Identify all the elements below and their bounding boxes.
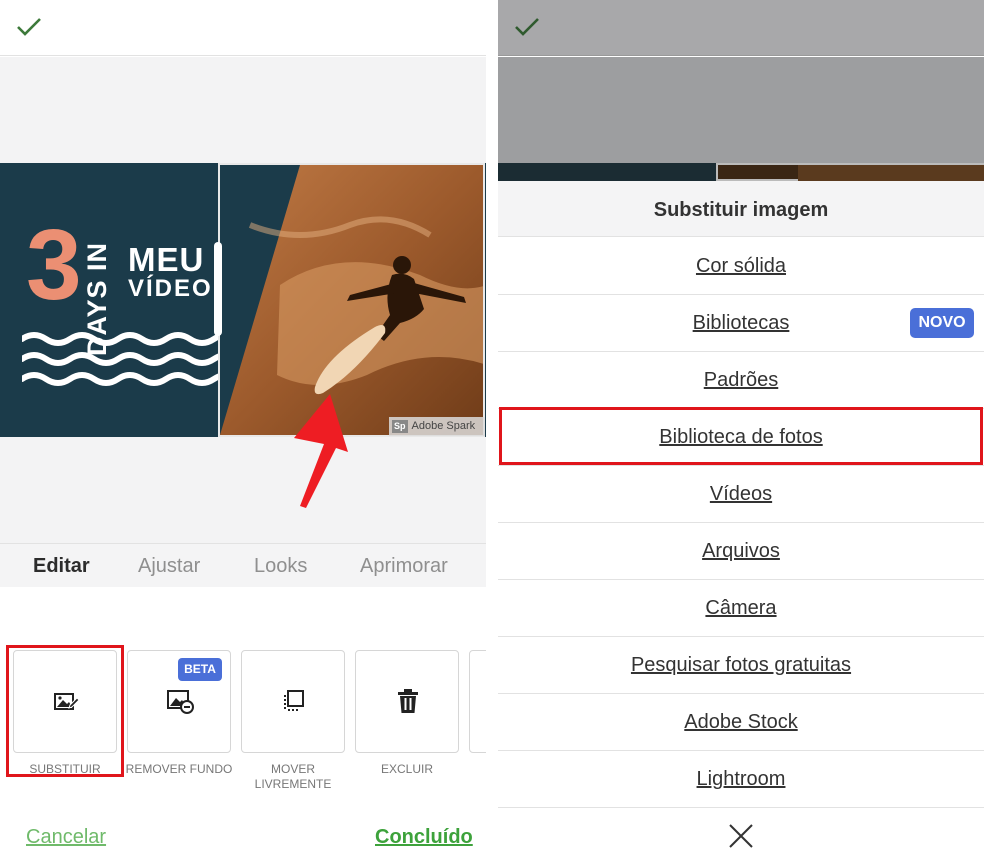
replace-image-screen: Substituir imagem Cor sólida Bibliotecas… xyxy=(498,0,984,865)
red-arrow-annotation xyxy=(294,394,348,508)
novo-badge: NOVO xyxy=(910,308,974,338)
surfer-photo-image xyxy=(220,165,483,435)
menu-item-pesquisar-fotos[interactable]: Pesquisar fotos gratuitas xyxy=(498,637,984,694)
move-freely-icon xyxy=(284,690,304,711)
poster-number: 3 xyxy=(26,209,82,321)
menu-item-adobe-stock[interactable]: Adobe Stock xyxy=(498,694,984,751)
tool-label-excluir: EXCLUIR xyxy=(380,762,433,776)
edit-tabs: Editar Ajustar Looks Aprimorar xyxy=(0,543,486,587)
checkmark-icon[interactable] xyxy=(16,16,42,38)
adobe-spark-watermark: Sp Adobe Spark xyxy=(389,417,485,436)
tab-looks[interactable]: Looks xyxy=(254,555,307,578)
poster-title-line1: MEU xyxy=(128,241,205,278)
watermark-logo: Sp xyxy=(392,420,408,433)
close-icon[interactable] xyxy=(728,823,754,849)
menu-item-arquivos[interactable]: Arquivos xyxy=(498,523,984,580)
poster-title-line2: VÍDEO xyxy=(128,275,213,302)
menu-item-lightroom[interactable]: Lightroom xyxy=(498,751,984,808)
more-tools-button[interactable] xyxy=(469,650,486,753)
dimmed-poster-strip xyxy=(498,163,984,181)
menu-item-videos[interactable]: Vídeos xyxy=(498,466,984,523)
highlight-biblioteca-de-fotos xyxy=(499,407,983,465)
delete-button[interactable] xyxy=(355,650,459,753)
edit-screen: 3 DAYS IN MEU VÍDEO Sp Adobe Spark Edita… xyxy=(0,0,486,865)
watermark-text: Adobe Spark xyxy=(411,420,476,432)
move-freely-button[interactable] xyxy=(241,650,345,753)
trash-icon xyxy=(398,689,418,713)
tab-editar[interactable]: Editar xyxy=(33,555,90,578)
sheet-title: Substituir imagem xyxy=(498,181,984,237)
cancel-link[interactable]: Cancelar xyxy=(26,826,106,849)
menu-item-padroes[interactable]: Padrões xyxy=(498,352,984,409)
tool-label-mover-text: MOVER LIVREMENTE xyxy=(254,762,332,791)
menu-item-camera[interactable]: Câmera xyxy=(498,580,984,637)
tab-ajustar[interactable]: Ajustar xyxy=(138,555,200,578)
top-bar-dimmed xyxy=(498,0,984,56)
remove-background-icon xyxy=(167,690,194,714)
done-link[interactable]: Concluído xyxy=(375,826,473,849)
menu-item-cor-solida[interactable]: Cor sólida xyxy=(498,238,984,295)
tab-aprimorar[interactable]: Aprimorar xyxy=(360,555,448,578)
highlight-substituir xyxy=(6,645,124,777)
top-bar xyxy=(0,0,486,56)
waves-graphic xyxy=(22,332,222,386)
surfer-photo[interactable] xyxy=(218,163,485,437)
dimmed-canvas xyxy=(498,57,984,163)
tool-label-mover-livremente: MOVER LIVREMENTE xyxy=(233,762,353,792)
resize-handle[interactable] xyxy=(214,242,222,336)
beta-badge: BETA xyxy=(178,658,222,681)
tool-label-remover-fundo: REMOVER FUNDO xyxy=(125,762,233,776)
checkmark-icon-dimmed xyxy=(515,18,539,36)
replace-image-sheet: Substituir imagem Cor sólida Bibliotecas… xyxy=(498,181,984,865)
